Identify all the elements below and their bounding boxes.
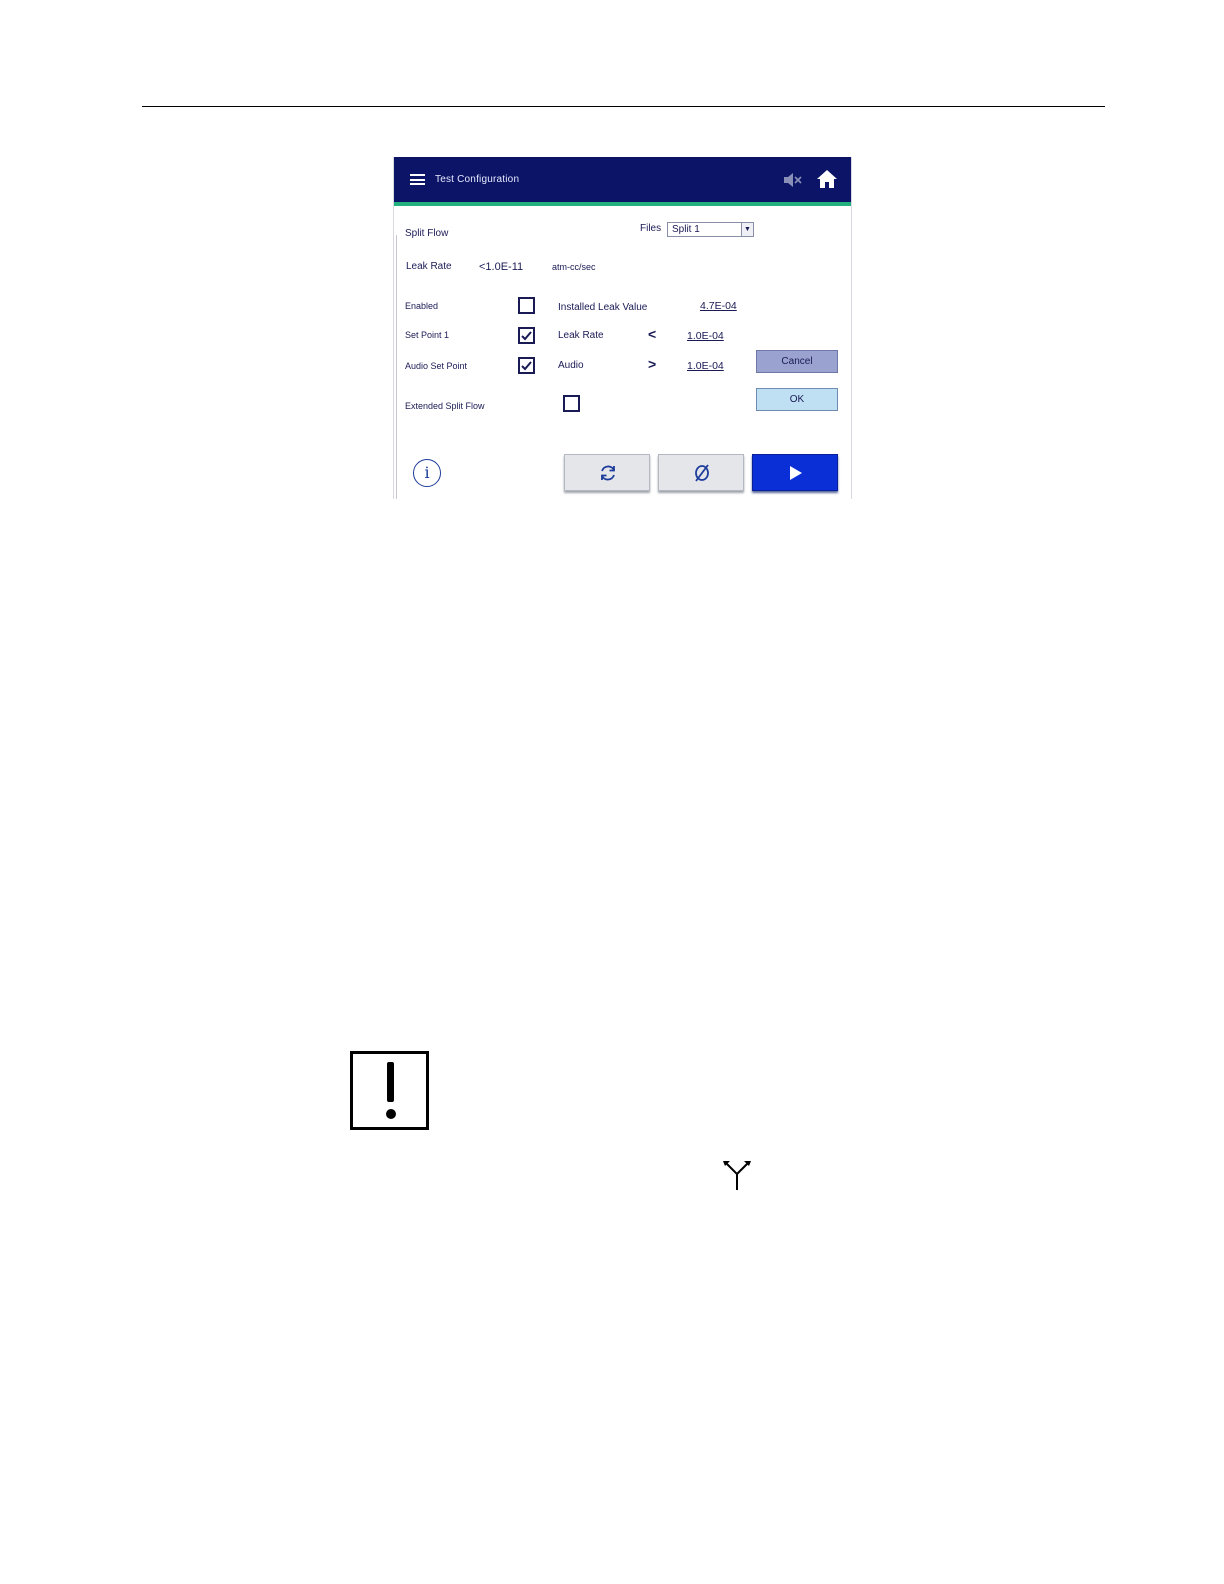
files-label: Files (640, 223, 662, 234)
cancel-button[interactable]: Cancel (756, 350, 838, 373)
audio-label: Audio (558, 360, 584, 371)
leak-rate-unit: atm-cc/sec (552, 262, 596, 272)
ok-button[interactable]: OK (756, 388, 838, 411)
hamburger-menu-icon[interactable] (410, 174, 425, 185)
test-configuration-screen: Test Configuration Split Flow Files Spli… (393, 157, 852, 499)
set-point-checkbox[interactable] (518, 327, 535, 344)
zero-button[interactable] (658, 454, 744, 491)
info-icon[interactable]: i (413, 459, 441, 487)
leak-rate-label: Leak Rate (406, 261, 452, 272)
extended-split-flow-checkbox[interactable] (563, 395, 580, 412)
play-icon (790, 466, 802, 480)
home-icon[interactable] (816, 169, 838, 189)
files-select-value: Split 1 (672, 224, 700, 235)
split-flow-icon (723, 1161, 751, 1190)
exclamation-warning-icon (350, 1051, 429, 1130)
set-point-value[interactable]: 1.0E-04 (687, 330, 724, 342)
leak-rate-value: <1.0E-11 (479, 261, 524, 273)
checkmark-icon (521, 361, 532, 371)
checkmark-icon (521, 331, 532, 341)
installed-leak-label: Installed Leak Value (558, 302, 648, 313)
start-test-button[interactable] (752, 454, 838, 491)
audio-value[interactable]: 1.0E-04 (687, 360, 724, 372)
audio-set-point-checkbox[interactable] (518, 357, 535, 374)
installed-leak-value[interactable]: 4.7E-04 (700, 300, 737, 312)
enabled-checkbox[interactable] (518, 297, 535, 314)
screen-title: Test Configuration (435, 174, 520, 185)
set-point-comparator[interactable]: < (648, 326, 656, 342)
refresh-icon (601, 465, 615, 481)
page-header-rule (142, 106, 1105, 107)
audio-comparator[interactable]: > (648, 356, 656, 372)
enabled-label: Enabled (405, 301, 439, 311)
set-point-leak-label: Leak Rate (558, 330, 604, 341)
zero-icon (695, 464, 709, 482)
set-point-label: Set Point 1 (405, 330, 450, 340)
chevron-down-icon[interactable]: ▼ (741, 223, 753, 236)
title-accent-bar (394, 202, 851, 206)
section-bracket (396, 235, 397, 499)
audio-set-point-label: Audio Set Point (405, 361, 468, 371)
extended-split-flow-label: Extended Split Flow (405, 401, 485, 411)
speaker-muted-icon[interactable] (782, 171, 802, 189)
refresh-button[interactable] (564, 454, 650, 491)
files-select[interactable]: Split 1 ▼ (667, 222, 754, 237)
section-title: Split Flow (405, 228, 449, 239)
title-bar: Test Configuration (394, 157, 851, 202)
